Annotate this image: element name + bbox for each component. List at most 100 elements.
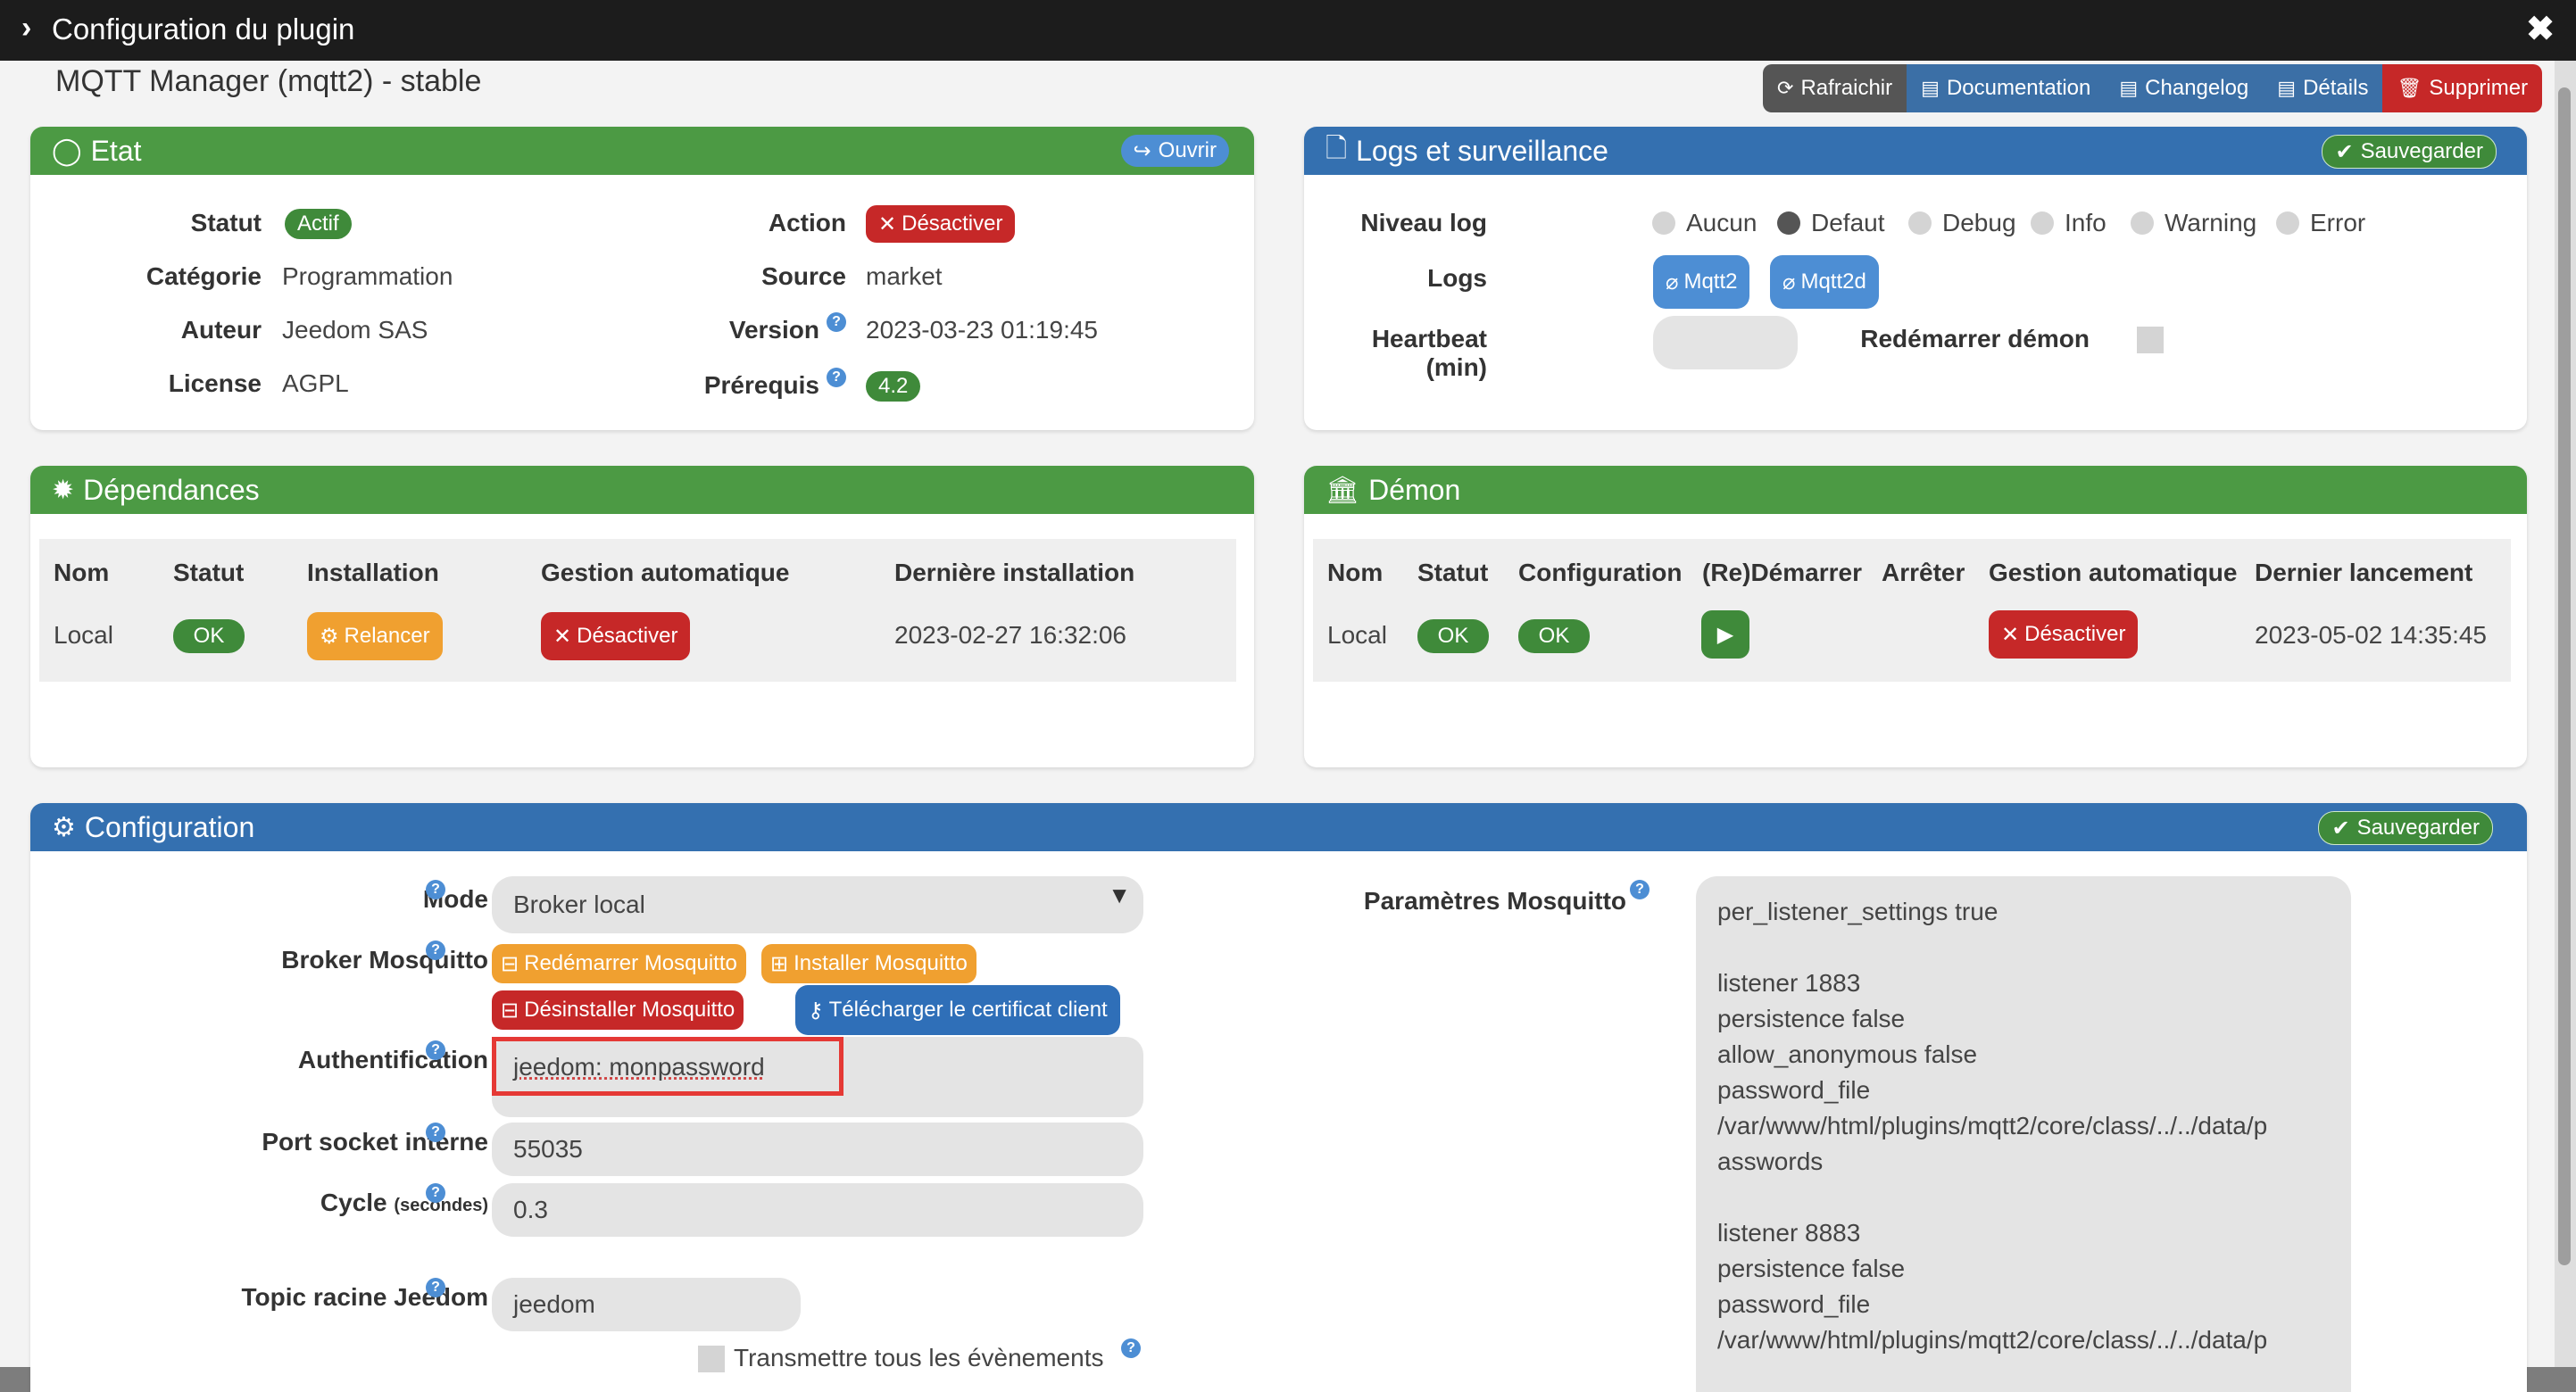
help-icon[interactable]: ? — [1121, 1338, 1141, 1358]
open-button[interactable]: ↪ Ouvrir — [1120, 135, 1229, 167]
deps-header-statut: Statut — [173, 559, 245, 586]
topic-label: Topic racine Jeedom — [241, 1283, 488, 1311]
demon-nom: Local — [1327, 621, 1387, 649]
highlight-box — [492, 1037, 843, 1096]
radio-dot — [2276, 211, 2299, 235]
close-icon: ✕ — [878, 211, 897, 236]
deps-panel: ✹ Dépendances Nom Statut Installation Ge… — [30, 466, 1254, 767]
version-value: 2023-03-23 01:19:45 — [866, 316, 1098, 344]
radio-dot — [2031, 211, 2054, 235]
help-icon[interactable]: ? — [426, 1040, 445, 1060]
help-icon[interactable]: ? — [426, 1278, 445, 1297]
deps-header: ✹ Dépendances — [30, 466, 1254, 514]
book-icon: ▤ — [1921, 77, 1940, 99]
certificate-icon: ✹ — [52, 475, 75, 505]
demon-deactivate-button[interactable]: ✕ Désactiver — [1989, 610, 2139, 659]
categorie-label: Catégorie — [145, 262, 262, 290]
demon-header-gestion: Gestion automatique — [1989, 559, 2238, 586]
mode-select[interactable]: Broker local ▼ — [492, 876, 1143, 933]
circle-icon: ◯ — [52, 136, 82, 166]
radio-dot-selected — [1777, 211, 1800, 235]
help-icon[interactable]: ? — [1630, 880, 1649, 899]
restart-mosquitto-button[interactable]: ⊟ Redémarrer Mosquitto — [492, 944, 746, 983]
plus-square-icon: ⊞ — [770, 951, 789, 976]
port-label: Port socket interne — [262, 1128, 488, 1156]
save-logs-button[interactable]: ✔ Sauvegarder — [2322, 135, 2497, 169]
radio-dot — [1652, 211, 1675, 235]
demon-dernier-value: 2023-05-02 14:35:45 — [2255, 621, 2487, 649]
radio-error[interactable]: Error — [2276, 209, 2365, 237]
deps-deactivate-button[interactable]: ✕ Désactiver — [541, 612, 691, 660]
help-icon[interactable]: ? — [426, 1183, 445, 1203]
categorie-value: Programmation — [282, 262, 453, 290]
log-mqtt2d-button[interactable]: ⌀ Mqtt2d — [1770, 255, 1879, 309]
start-daemon-button[interactable]: ▶ — [1701, 610, 1749, 659]
chevron-right-icon: › — [21, 11, 32, 45]
uninstall-mosquitto-button[interactable]: ⊟ Désinstaller Mosquitto — [492, 990, 744, 1030]
port-input[interactable]: 55035 — [492, 1123, 1143, 1176]
delete-button[interactable]: 🗑 Supprimer — [2382, 64, 2543, 112]
install-mosquitto-button[interactable]: ⊞ Installer Mosquitto — [761, 944, 976, 983]
close-icon[interactable]: ✖ — [2526, 9, 2555, 49]
heartbeat-input[interactable] — [1653, 316, 1798, 369]
help-icon[interactable]: ? — [827, 368, 846, 387]
minus-square-icon: ⊟ — [501, 951, 519, 976]
restart-daemon-checkbox[interactable] — [2137, 327, 2164, 353]
heartbeat-label: Heartbeat (min) — [1371, 325, 1487, 381]
refresh-icon: ⟳ — [1777, 77, 1794, 99]
deps-status-badge: OK — [173, 619, 245, 653]
transmit-checkbox[interactable] — [698, 1346, 725, 1372]
etat-panel: ◯ Etat ↪ Ouvrir Statut Actif Catégorie Pr… — [30, 127, 1254, 430]
scrollbar-thumb[interactable] — [2558, 87, 2571, 1265]
key-icon: ⚷ — [808, 998, 824, 1023]
details-button[interactable]: ▤ Détails — [2263, 64, 2383, 112]
relaunch-button[interactable]: ⚙ Relancer — [307, 612, 443, 660]
refresh-button[interactable]: ⟳ Rafraichir — [1763, 64, 1907, 112]
cycle-input[interactable]: 0.3 — [492, 1183, 1143, 1237]
log-mqtt2-button[interactable]: ⌀ Mqtt2 — [1653, 255, 1750, 309]
demon-header-statut: Statut — [1417, 559, 1489, 586]
radio-info[interactable]: Info — [2031, 209, 2107, 237]
demon-header-dernier: Dernier lancement — [2255, 559, 2473, 586]
bicycle-icon: ⚙ — [320, 624, 339, 649]
modal-titlebar: › Configuration du plugin ✖ — [0, 0, 2576, 61]
close-icon: ✕ — [553, 624, 572, 649]
cycle-label: Cycle (secondes) — [320, 1189, 488, 1216]
license-label: License — [168, 369, 262, 397]
action-label: Action — [768, 209, 846, 236]
check-circle-icon: ✔ — [2335, 139, 2354, 164]
help-icon[interactable]: ? — [426, 880, 445, 899]
cogs-icon: ⚙ — [52, 812, 76, 842]
statut-label: Statut — [190, 209, 262, 236]
changelog-button[interactable]: ▤ Changelog — [2105, 64, 2264, 112]
demon-header-configuration: Configuration — [1518, 559, 1683, 586]
source-label: Source — [761, 262, 846, 290]
restart-daemon-label: Redémarrer démon — [1860, 325, 2090, 352]
radio-debug[interactable]: Debug — [1908, 209, 2016, 237]
help-icon[interactable]: ? — [426, 940, 445, 960]
plugin-toolbar: ⟳ Rafraichir ▤ Documentation ▤ Changelog ▤ D… — [1763, 64, 2543, 112]
deactivate-button[interactable]: ✕ Désactiver — [866, 205, 1016, 243]
license-value: AGPL — [282, 369, 349, 397]
logs-header: 🗋 Logs et surveillance ✔ Sauvegarder — [1304, 127, 2527, 175]
help-icon[interactable]: ? — [426, 1123, 445, 1142]
radio-warning[interactable]: Warning — [2131, 209, 2256, 237]
demon-header-redemarrer: (Re)Démarrer — [1702, 559, 1862, 586]
trash-icon: 🗑 — [2397, 77, 2422, 99]
deps-title: Dépendances — [83, 473, 260, 506]
help-icon[interactable]: ? — [827, 312, 846, 332]
download-cert-button[interactable]: ⚷ Télécharger le certificat client — [795, 985, 1120, 1035]
logs-label: Logs — [1427, 264, 1487, 292]
radio-aucun[interactable]: Aucun — [1652, 209, 1757, 237]
save-config-button[interactable]: ✔ Sauvegarder — [2318, 811, 2493, 845]
topic-input[interactable]: jeedom — [492, 1278, 801, 1331]
params-label: Paramètres Mosquitto — [1363, 887, 1626, 915]
radio-defaut[interactable]: Defaut — [1777, 209, 1885, 237]
paperclip-icon: ⌀ — [1666, 269, 1679, 294]
documentation-button[interactable]: ▤ Documentation — [1907, 64, 2106, 112]
params-textarea[interactable]: per_listener_settings true listener 1883… — [1696, 876, 2351, 1392]
demon-config-badge: OK — [1518, 619, 1590, 653]
source-value: market — [866, 262, 943, 290]
version-label: Version — [728, 316, 819, 344]
book-icon: ▤ — [2119, 77, 2139, 99]
